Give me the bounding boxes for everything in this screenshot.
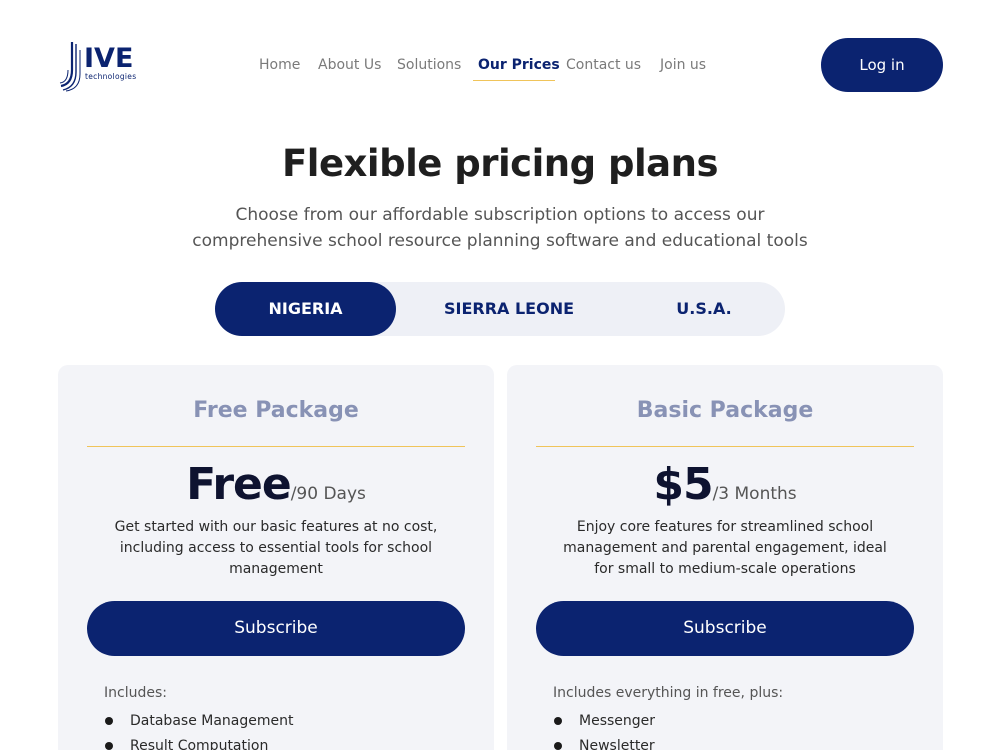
plan-price-row: Free/90 Days: [58, 457, 494, 513]
subscribe-button-free[interactable]: Subscribe: [87, 601, 465, 656]
plan-title: Free Package: [193, 398, 359, 423]
plan-card-basic: Basic Package $5/3 Months Enjoy core fea…: [507, 365, 943, 750]
plan-description: Enjoy core features for streamlined scho…: [563, 519, 887, 577]
nav-home[interactable]: Home: [259, 55, 300, 75]
plan-period: /90 Days: [290, 484, 366, 504]
active-nav-underline: [473, 80, 555, 81]
page-subtitle-line-1: Choose from our affordable subscription …: [235, 205, 765, 225]
plan-title: Basic Package: [636, 398, 814, 423]
country-selector: NIGERIA SIERRA LEONE U.S.A.: [215, 282, 785, 336]
pricing-page: IVE technologies Home About Us Solutions…: [0, 0, 1000, 750]
feature-label: Newsletter: [579, 738, 655, 750]
feature-label: Messenger: [579, 713, 656, 729]
feature-label: Result Computation: [130, 738, 269, 750]
page-subtitle-line-2: comprehensive school resource planning s…: [192, 231, 808, 251]
country-tab-nigeria[interactable]: NIGERIA: [215, 282, 396, 336]
bullet-icon: [554, 742, 562, 750]
login-button[interactable]: Log in: [821, 38, 943, 92]
plan-card-free: Free Package Free/90 Days Get started wi…: [58, 365, 494, 750]
nav-join-us[interactable]: Join us: [660, 55, 706, 75]
plan-price-row: $5/3 Months: [507, 457, 943, 513]
list-item: Messenger: [553, 711, 913, 736]
nav-our-prices[interactable]: Our Prices: [478, 55, 560, 75]
list-item: Result Computation: [104, 736, 464, 750]
plan-description: Get started with our basic features at n…: [114, 519, 438, 577]
plan-includes-label: Includes everything in free, plus:: [553, 685, 784, 701]
feature-label: Database Management: [130, 713, 294, 729]
bullet-icon: [105, 742, 113, 750]
country-tab-sierra-leone[interactable]: SIERRA LEONE: [421, 282, 597, 336]
list-item: Database Management: [104, 711, 464, 736]
nav-contact-us[interactable]: Contact us: [566, 55, 641, 75]
nav-solutions[interactable]: Solutions: [397, 55, 461, 75]
nav-about-us[interactable]: About Us: [318, 55, 381, 75]
plan-feature-list: Messenger Newsletter: [553, 711, 913, 750]
plan-divider: [536, 446, 914, 447]
country-tab-usa[interactable]: U.S.A.: [623, 282, 785, 336]
bullet-icon: [554, 717, 562, 725]
plan-price: Free: [186, 459, 292, 510]
plan-price: $5: [653, 459, 713, 510]
plan-includes-label: Includes:: [104, 685, 167, 701]
bullet-icon: [105, 717, 113, 725]
subscribe-button-basic[interactable]: Subscribe: [536, 601, 914, 656]
plan-feature-list: Database Management Result Computation: [104, 711, 464, 750]
plan-divider: [87, 446, 465, 447]
page-title: Flexible pricing plans: [282, 142, 718, 185]
page-subtitle: Choose from our affordable subscription …: [150, 202, 850, 254]
plan-period: /3 Months: [712, 484, 797, 504]
list-item: Newsletter: [553, 736, 913, 750]
